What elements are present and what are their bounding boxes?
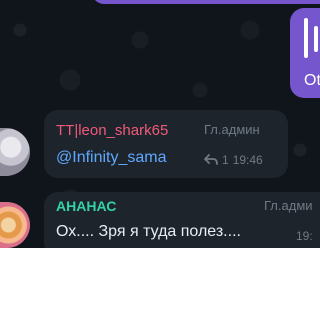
chat-area: Ot TT|leon_shark65 Гл.админ @Infinity_sa… bbox=[0, 0, 320, 248]
message-bubble[interactable]: АНАНАС Гл.адми Ох.... Зря я туда полез..… bbox=[44, 192, 320, 248]
message-bubble[interactable]: TT|leon_shark65 Гл.админ @Infinity_sama … bbox=[44, 110, 288, 178]
message-time: 19: bbox=[296, 229, 313, 243]
message-text: Ох.... Зря я туда полез.... bbox=[56, 223, 241, 240]
author-role-badge: Гл.админ bbox=[204, 122, 260, 137]
audio-bar-icon bbox=[304, 18, 308, 58]
message-meta[interactable]: 1 19:46 bbox=[204, 153, 263, 167]
message-time: 19:46 bbox=[232, 153, 263, 167]
message-author[interactable]: TT|leon_shark65 bbox=[56, 122, 168, 139]
author-role-badge: Гл.адми bbox=[264, 198, 313, 213]
mention-link[interactable]: @Infinity_sama bbox=[56, 149, 167, 167]
message-author[interactable]: АНАНАС bbox=[56, 198, 116, 214]
own-message-bubble-right[interactable]: Ot bbox=[290, 8, 320, 98]
reply-count: 1 bbox=[222, 153, 229, 167]
own-message-bubble-top[interactable] bbox=[92, 0, 320, 4]
audio-bar-icon-2 bbox=[314, 26, 318, 52]
own-message-text: Ot bbox=[304, 72, 320, 89]
reply-arrow-icon[interactable] bbox=[204, 154, 218, 166]
